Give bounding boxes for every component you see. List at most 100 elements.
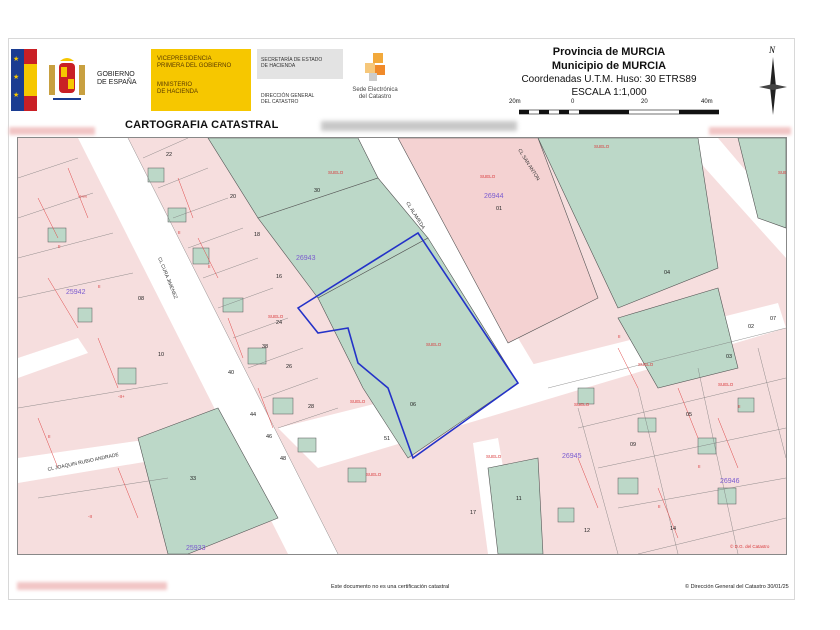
bldg: [272, 397, 294, 415]
parcel-number: 10: [158, 352, 164, 358]
scale-label-0: 0: [571, 99, 575, 105]
svg-text:II: II: [618, 334, 621, 339]
parcel-number: 02: [748, 324, 754, 330]
footer-copyright: © Dirección General del Catastro 30/01/2…: [685, 584, 789, 590]
block-label: 26943: [296, 255, 316, 262]
parcel-number: 04: [664, 270, 670, 276]
svg-text:SUELO: SUELO: [778, 170, 786, 175]
svg-text:II: II: [58, 244, 61, 249]
direccion-label: DIRECCIÓN GENERAL DEL CATASTRO: [261, 93, 315, 105]
sede-logo-icon: [365, 53, 385, 81]
svg-text:-II+: -II+: [118, 394, 125, 399]
parcel-number: 24: [276, 320, 282, 326]
scale-label-20m: 20m: [509, 99, 521, 105]
parcel-number: 14: [670, 526, 676, 532]
footer-disclaimer: Este documento no es una certificación c…: [331, 584, 450, 590]
parcel-number: 22: [166, 152, 172, 158]
parcel-number: 17: [470, 510, 476, 516]
svg-text:SUELO: SUELO: [328, 170, 344, 175]
ministry-label-box: VICEPRESIDENCIA PRIMERA DEL GOBIERNO MIN…: [151, 49, 251, 111]
svg-text:SUELO: SUELO: [486, 454, 502, 459]
cadastral-map-svg[interactable]: 26943 26944 25942 26945 26946 25933 CL C…: [18, 138, 786, 554]
parcel-number: 12: [584, 528, 590, 534]
bldg: [47, 227, 67, 243]
sede-electronica-logo: Sede Electrónica del Catastro: [345, 51, 405, 111]
svg-text:SUELO: SUELO: [350, 399, 366, 404]
bldg: [77, 307, 93, 323]
bldg: [557, 507, 575, 523]
scale-label-20: 20: [641, 99, 648, 105]
secretaria-label-box: SECRETARÍA DE ESTADO DE HACIENDA: [257, 49, 343, 79]
svg-text:II: II: [208, 264, 211, 269]
sede-label: Sede Electrónica del Catastro: [352, 87, 398, 100]
bldg: [192, 247, 210, 265]
parcel-green-17: [487, 457, 544, 554]
svg-text:SUELO: SUELO: [268, 314, 284, 319]
parcel-number: 11: [516, 496, 522, 502]
bldg: [617, 477, 639, 495]
government-logo-block: ★ ★ ★ GOBIERNO DE ESPAÑA VICEPRESIDENCIA…: [11, 49, 343, 111]
block-label: 25933: [186, 545, 206, 552]
svg-text:SUELO: SUELO: [480, 174, 496, 179]
svg-text:SUELO: SUELO: [594, 144, 610, 149]
escala-label: ESCALA 1:1,000: [571, 87, 647, 98]
parcel-number: 07: [770, 316, 776, 322]
cartografia-title: CARTOGRAFIA CATASTRAL: [125, 119, 279, 131]
redacted-footer-left: [17, 582, 167, 590]
parcel-number: 40: [228, 370, 234, 376]
map-title-block: Provincia de MURCIA Municipio de MURCIA …: [489, 45, 729, 99]
svg-text:II: II: [658, 504, 661, 509]
svg-text:SUELO: SUELO: [366, 472, 382, 477]
north-label: N: [769, 45, 776, 55]
parcel-number: 18: [254, 232, 260, 238]
svg-text:SUELO: SUELO: [638, 362, 654, 367]
parcel-number: 28: [308, 404, 314, 410]
block-label: 26945: [562, 453, 582, 460]
bldg: [717, 487, 737, 505]
svg-text:★: ★: [13, 55, 19, 63]
provincia-label: Provincia de MURCIA: [552, 46, 666, 58]
redacted-left: [9, 127, 95, 135]
block-label: 26944: [484, 193, 504, 200]
redacted-right: [709, 127, 791, 135]
svg-text:II: II: [738, 404, 741, 409]
scale-bar: [519, 109, 719, 115]
municipio-label: Municipio de MURCIA: [551, 60, 667, 72]
gobierno-de-espana-label: GOBIERNO DE ESPAÑA: [97, 71, 137, 86]
parcel-number: 26: [286, 364, 292, 370]
parcel-number: 38: [262, 344, 268, 350]
cadastral-sheet: ★ ★ ★ GOBIERNO DE ESPAÑA VICEPRESIDENCIA…: [8, 38, 795, 600]
scale-label-40m: 40m: [701, 99, 713, 105]
svg-text:SUELO: SUELO: [426, 342, 442, 347]
parcel-number: 01: [496, 206, 502, 212]
bldg: [247, 347, 267, 365]
eu-flag-icon: ★ ★ ★: [11, 49, 37, 111]
parcel-number: 51: [384, 436, 390, 442]
bldg: [297, 437, 317, 453]
svg-text:-I+H: -I+H: [78, 194, 87, 199]
svg-text:II: II: [48, 434, 51, 439]
coordenadas-label: Coordenadas U.T.M. Huso: 30 ETRS89: [521, 74, 697, 85]
cadastral-map[interactable]: 26943 26944 25942 26945 26946 25933 CL C…: [17, 137, 787, 555]
svg-text:II: II: [698, 464, 701, 469]
svg-text:★: ★: [13, 73, 19, 81]
header: ★ ★ ★ GOBIERNO DE ESPAÑA VICEPRESIDENCIA…: [9, 39, 794, 135]
parcel-number: 05: [686, 412, 692, 418]
parcel-number: 09: [630, 442, 636, 448]
bldg: [167, 207, 187, 223]
parcel-number: 33: [190, 476, 196, 482]
block-label: 25942: [66, 289, 86, 296]
map-copyright: © D.G. del Catastro: [730, 543, 770, 549]
bldg: [347, 467, 367, 483]
svg-text:-II: -II: [88, 514, 92, 519]
svg-text:II: II: [98, 284, 101, 289]
parcel-number: 03: [726, 354, 732, 360]
svg-text:II: II: [178, 230, 181, 235]
parcel-number: 16: [276, 274, 282, 280]
bldg: [117, 367, 137, 385]
parcel-number: 20: [230, 194, 236, 200]
parcel-number: 30: [314, 188, 320, 194]
north-arrow: N: [755, 45, 791, 117]
svg-text:SUELO: SUELO: [718, 382, 734, 387]
parcel-number: 08: [138, 296, 144, 302]
